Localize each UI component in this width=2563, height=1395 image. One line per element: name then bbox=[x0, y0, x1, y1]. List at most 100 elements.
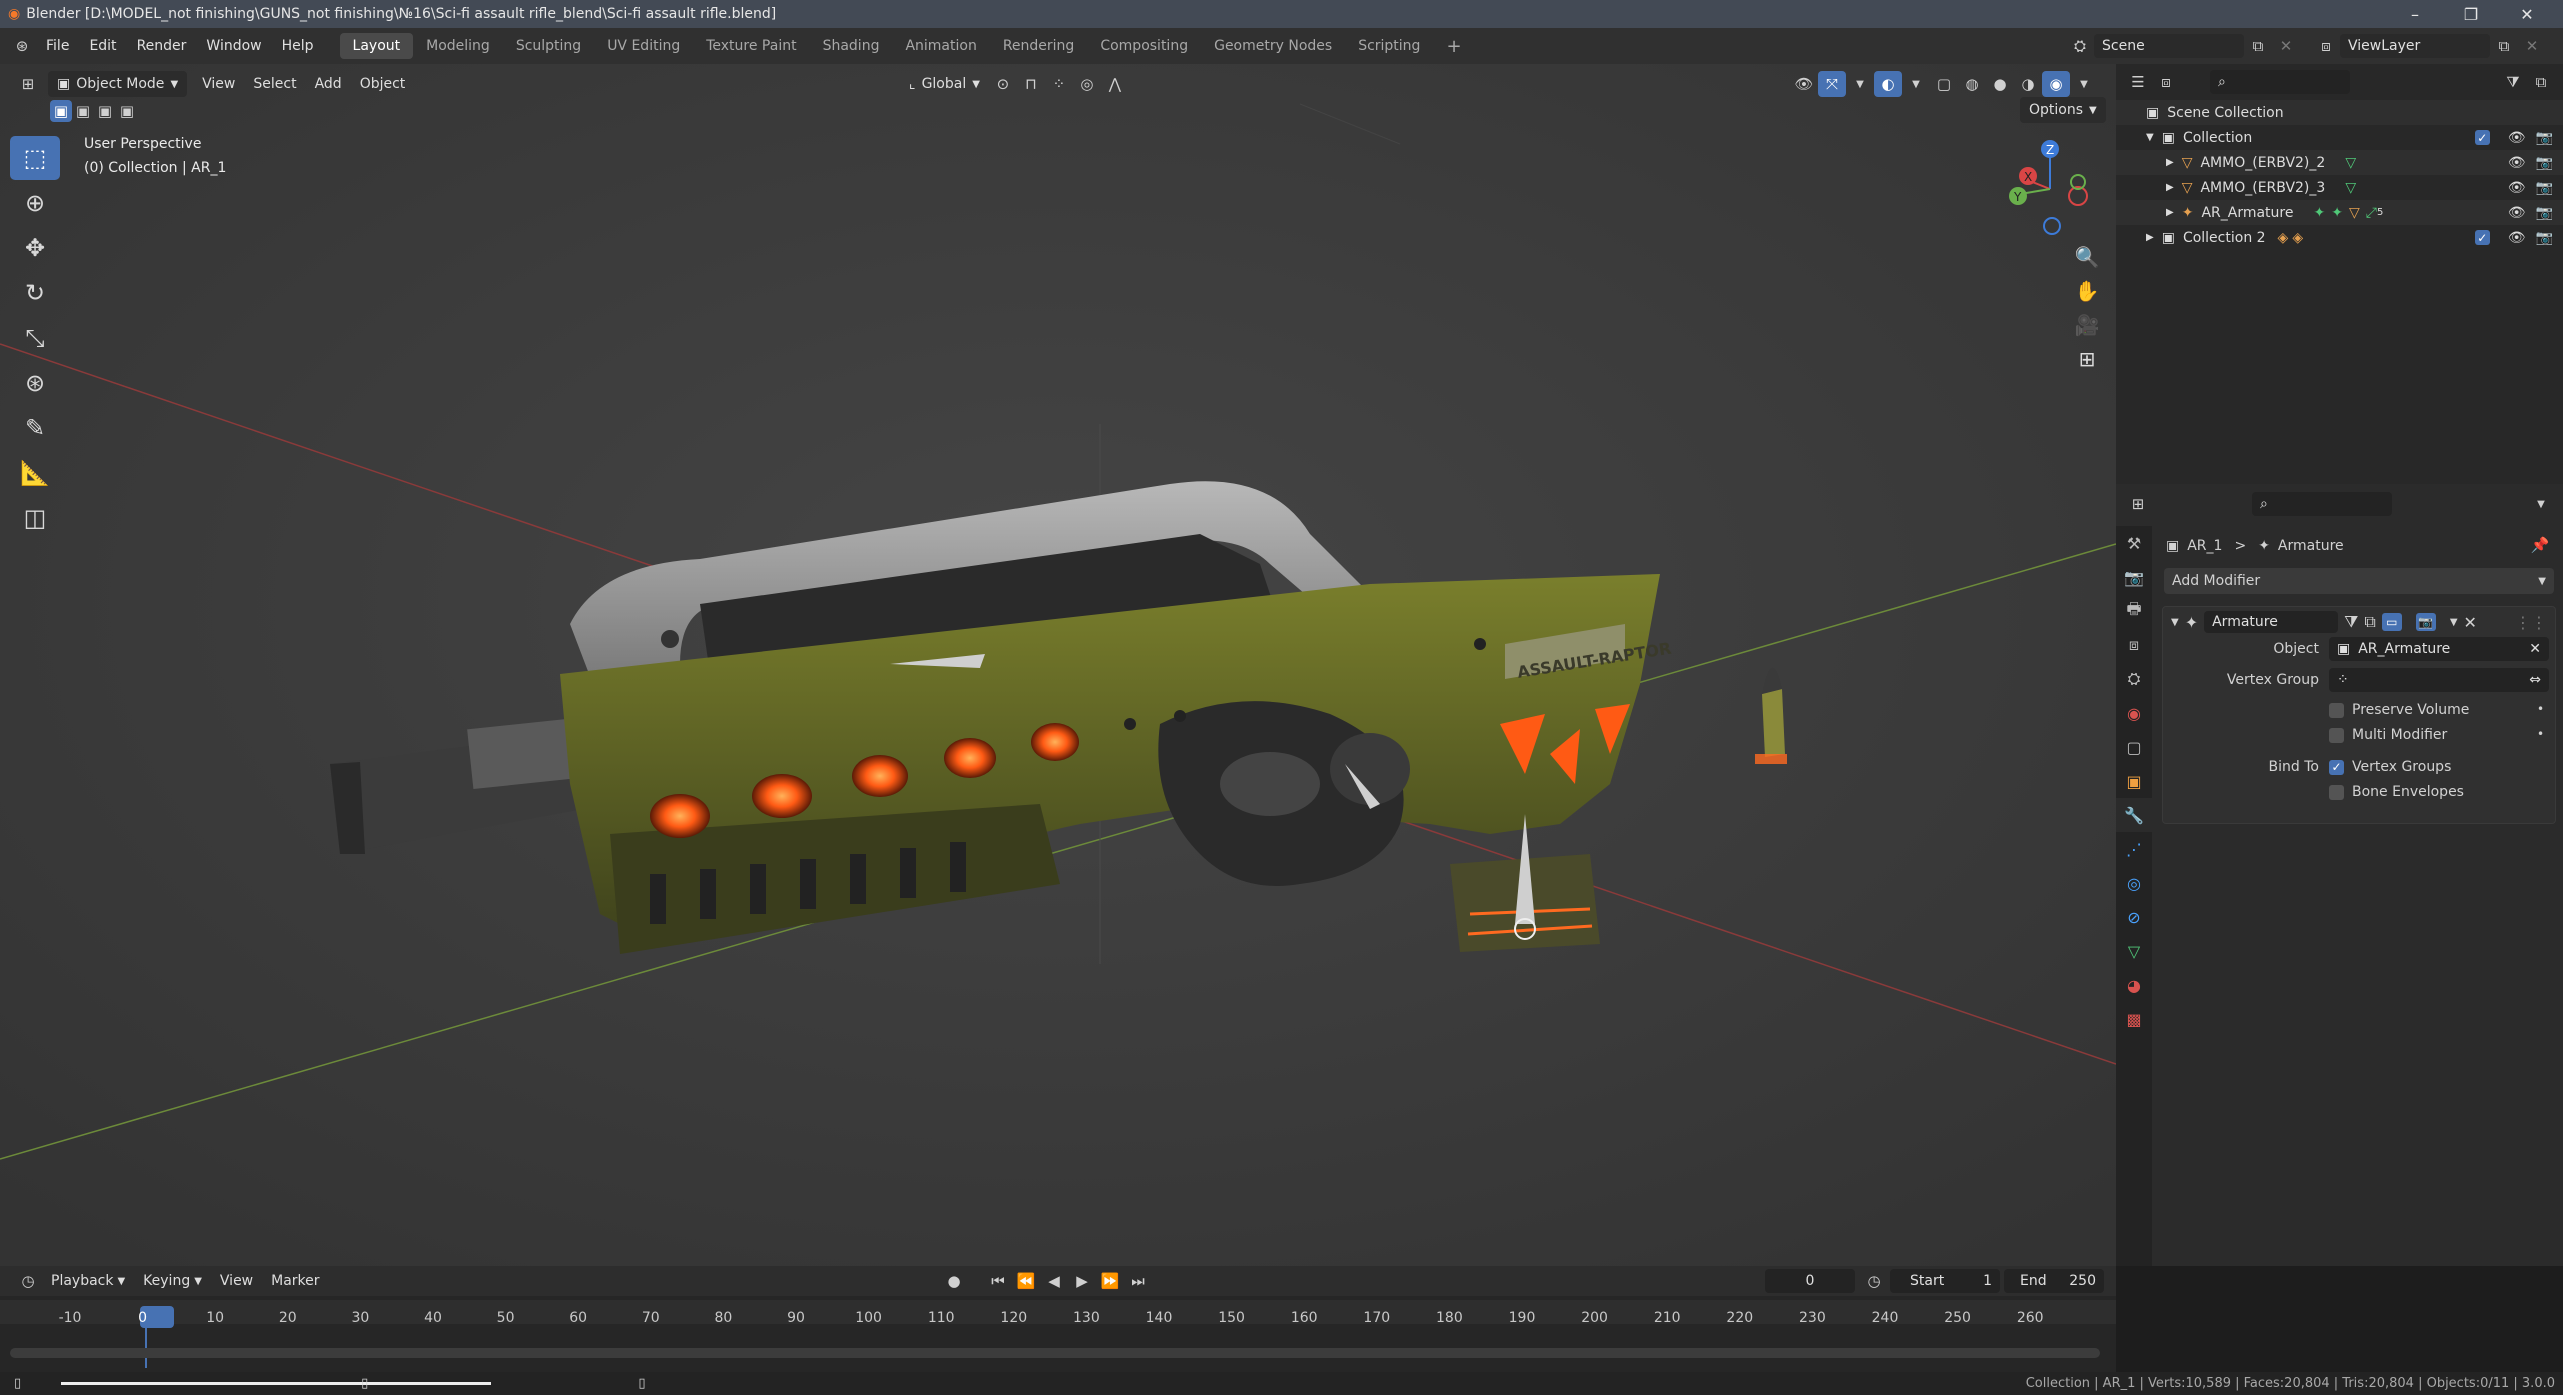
pin-icon[interactable]: 📌 bbox=[2526, 532, 2554, 558]
cage-toggle-icon[interactable]: ⧉ bbox=[2364, 612, 2375, 632]
realtime-toggle-icon[interactable]: ▭ bbox=[2381, 613, 2402, 631]
viewport-menu-select[interactable]: Select bbox=[244, 71, 305, 97]
current-frame-field[interactable]: 0 bbox=[1765, 1269, 1855, 1293]
keying-menu[interactable]: Keying ▼ bbox=[134, 1268, 211, 1294]
bone-envelopes-row[interactable]: Bone Envelopes bbox=[2329, 784, 2464, 800]
zoom-icon[interactable]: 🔍 bbox=[2068, 240, 2106, 274]
shading-dropdown-icon[interactable]: ▼ bbox=[2070, 71, 2098, 97]
jump-start-icon[interactable]: ⏮ bbox=[984, 1268, 1012, 1294]
exclude-checkbox[interactable]: ✓ bbox=[2474, 130, 2490, 145]
data-tab-icon[interactable]: ▽ bbox=[2116, 934, 2152, 968]
tab-sculpting[interactable]: Sculpting bbox=[503, 33, 594, 59]
render-camera-icon[interactable]: 📷 bbox=[2536, 205, 2553, 221]
eye-icon[interactable]: 👁 bbox=[2508, 230, 2526, 246]
constraints-tab-icon[interactable]: ⊘ bbox=[2116, 900, 2152, 934]
playhead-line[interactable] bbox=[145, 1326, 147, 1368]
outliner-editor-type-icon[interactable]: ☰ bbox=[2124, 69, 2152, 95]
outliner-row-ammo-2[interactable]: ▶ ▽ AMMO_(ERBV2)_2 ▽ 👁 📷 bbox=[2116, 150, 2563, 175]
tab-scripting[interactable]: Scripting bbox=[1345, 33, 1433, 59]
clear-field-icon[interactable]: ✕ bbox=[2529, 641, 2541, 657]
delete-view-layer-icon[interactable]: ✕ bbox=[2518, 33, 2546, 59]
eye-icon[interactable]: 👁 bbox=[2508, 180, 2526, 196]
material-tab-icon[interactable]: ◕ bbox=[2116, 968, 2152, 1002]
camera-view-icon[interactable]: 🎥 bbox=[2068, 308, 2106, 342]
preserve-volume-checkbox[interactable] bbox=[2329, 702, 2344, 718]
3d-viewport[interactable]: ASSAULT-RAPTOR Z X Y ⊞ ▣ Object Mode ▼ V… bbox=[0, 64, 2116, 1266]
timeline-view-menu[interactable]: View bbox=[211, 1268, 262, 1294]
outliner-row-collection[interactable]: ▼ ▣ Collection ✓ 👁 📷 bbox=[2116, 125, 2563, 150]
view-layer-selector[interactable]: ViewLayer bbox=[2340, 34, 2490, 58]
proportional-edit-icon[interactable]: ◎ bbox=[1073, 71, 1101, 97]
view-layer-tab-icon[interactable]: ⧈ bbox=[2116, 628, 2152, 662]
timeline-editor-type-icon[interactable]: ◷ bbox=[14, 1268, 42, 1294]
expand-arrow-icon[interactable]: ▶ bbox=[2166, 157, 2174, 168]
pan-hand-icon[interactable]: ✋ bbox=[2068, 274, 2106, 308]
particles-tab-icon[interactable]: ⋰ bbox=[2116, 832, 2152, 866]
outliner-search-input[interactable]: ⌕ bbox=[2210, 70, 2350, 94]
select-extend-icon[interactable]: ▣ bbox=[72, 100, 94, 122]
delete-scene-icon[interactable]: ✕ bbox=[2272, 33, 2300, 59]
modifier-tab-icon[interactable]: 🔧 bbox=[2116, 798, 2152, 832]
viewport-menu-object[interactable]: Object bbox=[351, 71, 415, 97]
tool-tab-icon[interactable]: ⚒ bbox=[2116, 526, 2152, 560]
tab-rendering[interactable]: Rendering bbox=[990, 33, 1088, 59]
menu-edit[interactable]: Edit bbox=[79, 28, 126, 64]
rendered-shading-icon[interactable]: ◉ bbox=[2042, 71, 2070, 97]
vertex-groups-row[interactable]: ✓ Vertex Groups bbox=[2329, 759, 2451, 775]
falloff-icon[interactable]: ⋀ bbox=[1101, 71, 1129, 97]
object-field[interactable]: ▣ AR_Armature ✕ bbox=[2329, 637, 2549, 661]
bone-envelopes-checkbox[interactable] bbox=[2329, 784, 2344, 800]
new-collection-icon[interactable]: ⧉ bbox=[2527, 69, 2555, 95]
outliner-row-ar-armature[interactable]: ▶ ✦ AR_Armature ✦ ✦ ▽ ⤢ 5 👁 📷 bbox=[2116, 200, 2563, 225]
select-new-icon[interactable]: ▣ bbox=[50, 100, 72, 122]
render-toggle-icon[interactable]: 📷 bbox=[2415, 613, 2436, 631]
preview-range-icon[interactable]: ◷ bbox=[1860, 1268, 1888, 1294]
transform-orientation-selector[interactable]: ⌞ Global ▼ bbox=[900, 71, 989, 97]
select-subtract-icon[interactable]: ▣ bbox=[94, 100, 116, 122]
jump-end-icon[interactable]: ⏭ bbox=[1124, 1268, 1152, 1294]
collapse-arrow-icon[interactable]: ▼ bbox=[2146, 132, 2154, 143]
multi-modifier-row[interactable]: Multi Modifier bbox=[2329, 727, 2447, 743]
start-frame-field[interactable]: Start 1 bbox=[1890, 1269, 2000, 1293]
remove-modifier-icon[interactable]: ✕ bbox=[2464, 613, 2477, 632]
tab-compositing[interactable]: Compositing bbox=[1087, 33, 1201, 59]
menu-window[interactable]: Window bbox=[196, 28, 271, 64]
outliner-row-collection-2[interactable]: ▶ ▣ Collection 2 ◈ ◈ ✓ 👁 📷 bbox=[2116, 225, 2563, 250]
eye-icon[interactable]: 👁 bbox=[2508, 205, 2526, 221]
xray-icon[interactable]: ▢ bbox=[1930, 71, 1958, 97]
keyframe-dot-icon[interactable]: • bbox=[2537, 702, 2544, 716]
timeline-scrollbar[interactable] bbox=[10, 1348, 2100, 1358]
cursor-tool-icon[interactable]: ⊕ bbox=[10, 181, 60, 225]
preserve-volume-row[interactable]: Preserve Volume bbox=[2329, 702, 2469, 718]
measure-tool-icon[interactable]: 📐 bbox=[10, 451, 60, 495]
scene-icon[interactable]: ⛭ bbox=[2066, 33, 2094, 59]
output-tab-icon[interactable]: 🖶 bbox=[2116, 594, 2152, 628]
scene-tab-icon[interactable]: ⛭ bbox=[2116, 662, 2152, 696]
play-icon[interactable]: ▶ bbox=[1068, 1268, 1096, 1294]
record-keyframe-icon[interactable]: ● bbox=[940, 1268, 968, 1294]
eye-icon[interactable]: 👁 bbox=[2508, 130, 2526, 146]
outliner-row-scene-collection[interactable]: ▣ Scene Collection bbox=[2116, 100, 2563, 125]
menu-help[interactable]: Help bbox=[272, 28, 324, 64]
wireframe-shading-icon[interactable]: ◍ bbox=[1958, 71, 1986, 97]
multi-modifier-checkbox[interactable] bbox=[2329, 727, 2344, 743]
edit-mode-toggle-icon[interactable]: ⧩ bbox=[2344, 612, 2358, 632]
snap-icon[interactable]: ⊓ bbox=[1017, 71, 1045, 97]
render-tab-icon[interactable]: 📷 bbox=[2116, 560, 2152, 594]
properties-search-input[interactable]: ⌕ bbox=[2252, 492, 2392, 516]
texture-tab-icon[interactable]: ▩ bbox=[2116, 1002, 2152, 1036]
new-scene-icon[interactable]: ⧉ bbox=[2244, 33, 2272, 59]
gizmo-dropdown-icon[interactable]: ▼ bbox=[1846, 71, 1874, 97]
add-modifier-button[interactable]: Add Modifier ▼ bbox=[2164, 568, 2554, 594]
overlays-toggle-icon[interactable]: ◐ bbox=[1874, 71, 1902, 97]
view-layer-icon[interactable]: ⧈ bbox=[2312, 33, 2340, 59]
invert-icon[interactable]: ⇔ bbox=[2529, 672, 2541, 688]
properties-options-icon[interactable]: ▼ bbox=[2527, 491, 2555, 517]
keyframe-dot-icon[interactable]: • bbox=[2537, 727, 2544, 741]
minimize-button[interactable]: – bbox=[2387, 0, 2443, 28]
overlays-dropdown-icon[interactable]: ▼ bbox=[1902, 71, 1930, 97]
prev-keyframe-icon[interactable]: ⏪ bbox=[1012, 1268, 1040, 1294]
play-reverse-icon[interactable]: ◀ bbox=[1040, 1268, 1068, 1294]
eye-icon[interactable]: 👁 bbox=[2508, 155, 2526, 171]
visibility-selectability-icon[interactable]: 👁 bbox=[1790, 71, 1818, 97]
